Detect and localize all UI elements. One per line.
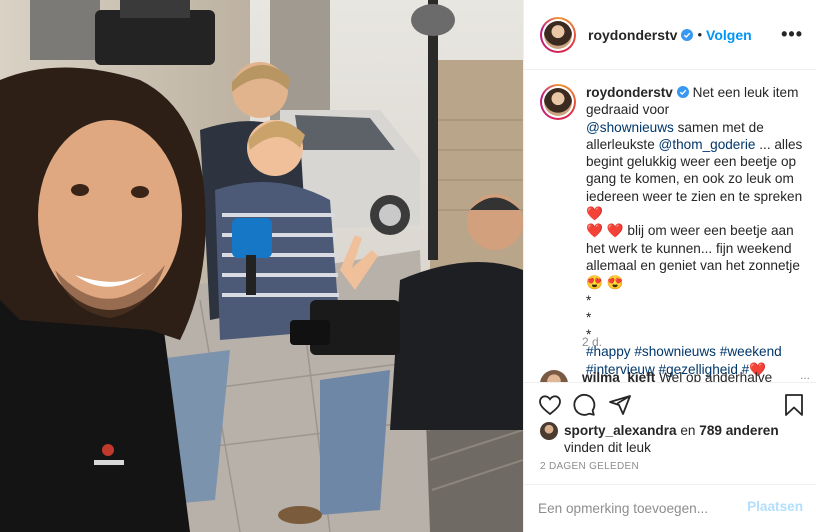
comment-body: Wel op anderhalve [659,370,773,382]
comment-more[interactable]: ... [800,368,810,382]
post-header: roydonderstv • Volgen ••• [524,0,816,70]
liker-username[interactable]: sporty_alexandra [564,423,677,438]
post-side-panel: roydonderstv • Volgen ••• roydonderstv N… [523,0,816,532]
commenter-avatar[interactable] [540,370,568,382]
caption-username[interactable]: roydonderstv [586,85,673,100]
post-image [0,0,523,532]
heart-emoji-2: ❤️ ❤️ [586,223,624,239]
post-timestamp[interactable]: 2 DAGEN GELEDEN [540,461,639,472]
caption-avatar[interactable] [540,84,576,120]
follow-button[interactable]: Volgen [706,27,752,43]
comment-icon[interactable] [572,393,596,417]
liker-avatar[interactable] [540,422,558,440]
heart-emoji-1: ❤️ [586,206,603,222]
author-username[interactable]: roydonderstv [588,27,677,43]
post-comment-button[interactable]: Plaatsen [747,499,803,514]
likes-summary: sporty_alexandra en 789 anderen vinden di… [540,422,810,456]
post-photo[interactable] [0,0,523,532]
caption-verified-badge-icon [676,86,689,98]
mention-shownieuws[interactable]: @shownieuws [586,120,674,135]
commenter-username[interactable]: wilma_kieft [582,370,655,382]
more-options-icon[interactable]: ••• [781,24,803,45]
heart-icon[interactable] [538,393,562,417]
comment-input[interactable] [538,497,748,519]
heart-eyes-emoji: 😍 😍 [586,275,624,291]
caption-text: roydonderstv Net een leuk item gedraaid … [586,84,810,378]
comment-preview: wilma_kieft Wel op anderhalve ... [540,368,810,382]
bookmark-icon[interactable] [782,393,806,417]
verified-badge-icon [681,28,694,41]
author-avatar[interactable] [540,16,576,53]
add-comment-bar: Plaatsen [524,484,816,532]
paper-plane-icon[interactable] [608,393,632,417]
likes-middle: en [676,423,700,438]
post-caption: roydonderstv Net een leuk item gedraaid … [540,84,810,378]
likes-suffix: vinden dit leuk [564,440,651,455]
comment-text: wilma_kieft Wel op anderhalve [582,370,772,382]
caption-age: 2 d. [582,335,603,349]
instagram-post-modal: roydonderstv • Volgen ••• roydonderstv N… [0,0,816,532]
likes-text: sporty_alexandra en 789 anderen vinden di… [564,422,779,456]
likes-count[interactable]: 789 anderen [699,423,778,438]
mention-thom-goderie[interactable]: @thom_goderie [659,137,756,152]
action-bar [524,382,816,426]
header-separator: • [697,27,703,42]
